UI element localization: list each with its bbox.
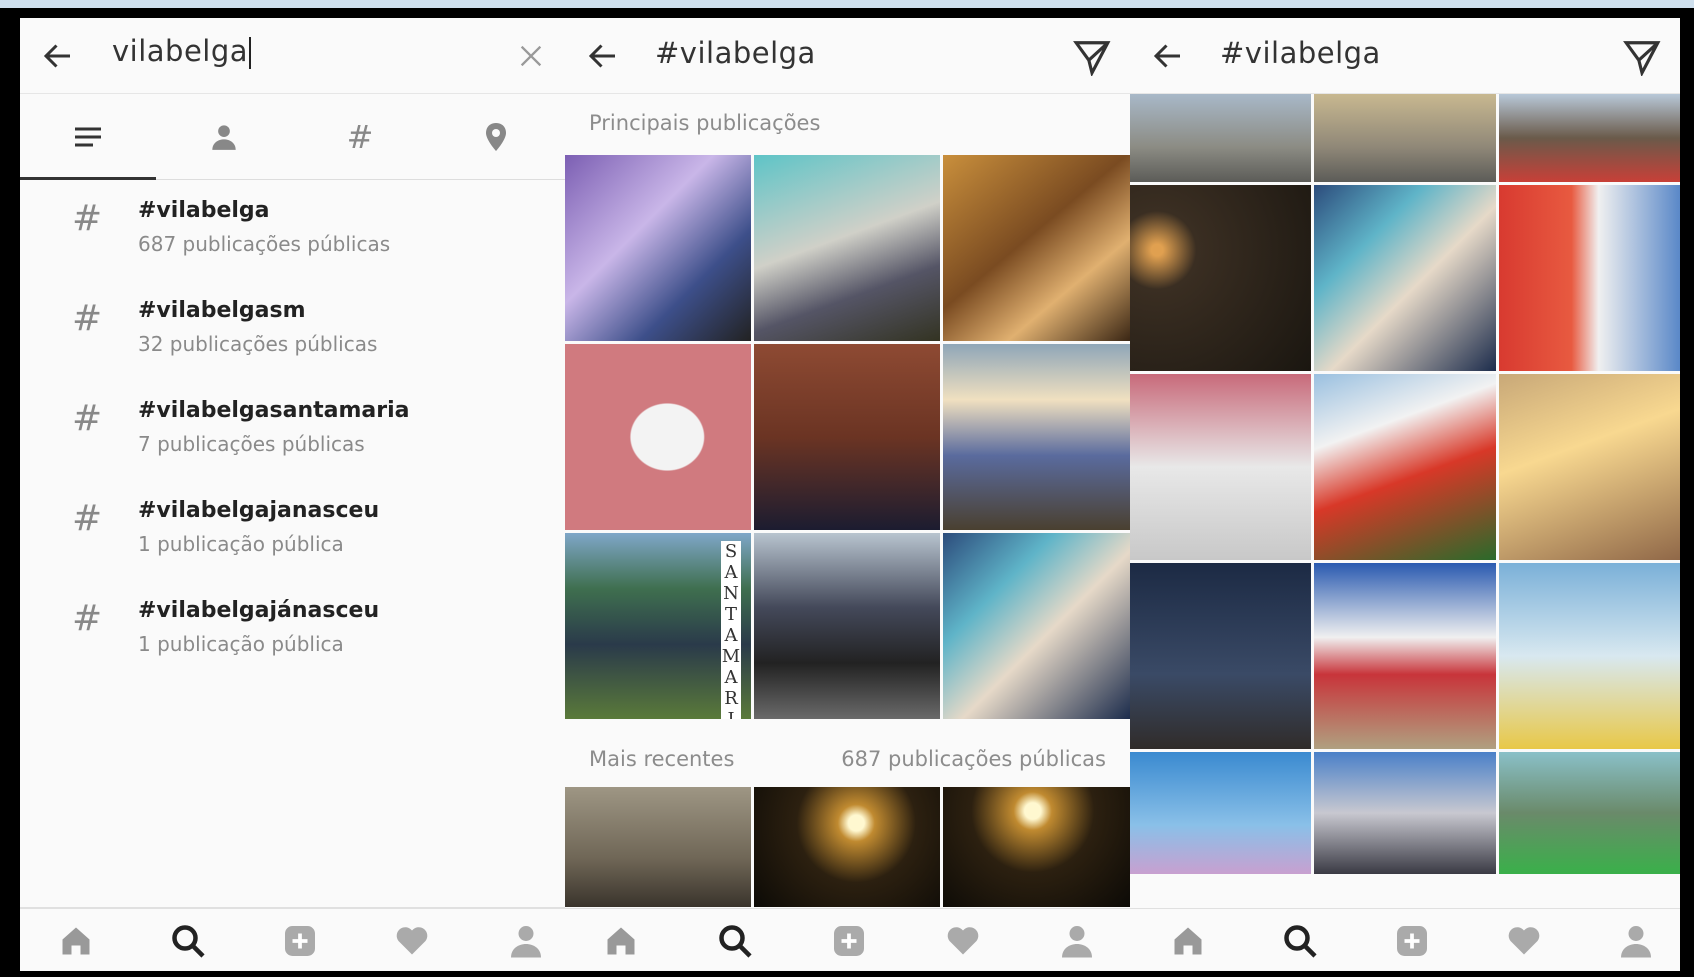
back-arrow-icon[interactable]	[585, 38, 621, 74]
bottom-nav-1	[20, 908, 565, 971]
tag-header: #vilabelga	[565, 18, 1130, 94]
result-item[interactable]: # #vilabelgajánasceu 1 publicação públic…	[20, 580, 565, 680]
result-tag: #vilabelga	[138, 198, 270, 223]
heart-icon[interactable]	[1504, 923, 1544, 959]
back-arrow-icon[interactable]	[1150, 38, 1186, 74]
tab-people[interactable]	[156, 94, 292, 179]
result-item[interactable]: # #vilabelgasm 32 publicações públicas	[20, 280, 565, 380]
grid-header: #vilabelga	[1130, 18, 1680, 94]
collage-caption: SANTA MARIA	[721, 541, 741, 719]
post-thumbnail[interactable]	[754, 533, 940, 719]
search-panel: vilabelga # # #vilabelga 687 publicações…	[20, 18, 565, 970]
post-thumbnail[interactable]	[1314, 563, 1496, 749]
post-thumbnail[interactable]	[1130, 185, 1311, 371]
result-count: 32 publicações públicas	[138, 332, 378, 356]
post-thumbnail[interactable]	[1130, 94, 1311, 182]
clear-icon[interactable]	[517, 42, 545, 70]
post-thumbnail[interactable]	[1314, 374, 1496, 560]
post-thumbnail[interactable]	[1499, 185, 1680, 371]
window-edge	[0, 0, 1694, 8]
post-thumbnail[interactable]	[565, 787, 751, 907]
send-icon[interactable]	[1622, 38, 1662, 76]
heart-icon[interactable]	[943, 923, 983, 959]
lines-icon	[75, 127, 101, 146]
post-thumbnail[interactable]	[943, 155, 1130, 341]
search-icon[interactable]	[168, 923, 208, 959]
post-thumbnail[interactable]: SANTA MARIA	[565, 533, 751, 719]
page-title: #vilabelga	[1220, 36, 1381, 70]
result-item[interactable]: # #vilabelga 687 publicações públicas	[20, 180, 565, 280]
post-thumbnail[interactable]	[565, 344, 751, 530]
post-thumbnail[interactable]	[1499, 563, 1680, 749]
text-caret	[249, 37, 252, 69]
post-thumbnail[interactable]	[1130, 752, 1311, 874]
hash-icon: #	[72, 298, 103, 339]
search-bar: vilabelga	[20, 18, 565, 94]
hash-icon: #	[72, 398, 103, 439]
result-count: 1 publicação pública	[138, 532, 344, 556]
result-tag: #vilabelgajánasceu	[138, 598, 380, 623]
hash-icon: #	[72, 498, 103, 539]
back-arrow-icon[interactable]	[40, 38, 76, 74]
hash-icon: #	[72, 198, 103, 239]
search-input[interactable]: vilabelga	[112, 34, 252, 69]
result-tag: #vilabelgajanasceu	[138, 498, 380, 523]
post-thumbnail[interactable]	[1499, 752, 1680, 874]
location-pin-icon	[486, 122, 506, 151]
result-item[interactable]: # #vilabelgajanasceu 1 publicação públic…	[20, 480, 565, 580]
page-title: #vilabelga	[655, 36, 816, 70]
add-icon[interactable]	[829, 923, 869, 959]
results-list: # #vilabelga 687 publicações públicas # …	[20, 180, 565, 680]
post-thumbnail[interactable]	[1314, 185, 1496, 371]
tab-places[interactable]	[428, 94, 564, 179]
post-thumbnail[interactable]	[943, 344, 1130, 530]
post-thumbnail[interactable]	[754, 344, 940, 530]
home-icon[interactable]	[56, 923, 96, 959]
post-thumbnail[interactable]	[943, 533, 1130, 719]
post-thumbnail[interactable]	[1314, 752, 1496, 874]
send-icon[interactable]	[1072, 38, 1112, 76]
result-count: 7 publicações públicas	[138, 432, 365, 456]
add-icon[interactable]	[1392, 923, 1432, 959]
hash-icon: #	[72, 598, 103, 639]
search-icon[interactable]	[715, 923, 755, 959]
post-thumbnail[interactable]	[1499, 374, 1680, 560]
home-icon[interactable]	[601, 923, 641, 959]
post-thumbnail[interactable]	[1130, 374, 1311, 560]
hash-icon: #	[346, 117, 374, 156]
top-posts-label: Principais publicações	[589, 111, 821, 135]
recent-header: Mais recentes 687 publicações públicas	[565, 730, 1130, 790]
profile-icon[interactable]	[1616, 923, 1656, 959]
heart-icon[interactable]	[392, 923, 432, 959]
grid-panel: #vilabelga	[1130, 18, 1680, 970]
post-thumbnail[interactable]	[1499, 94, 1680, 182]
post-thumbnail[interactable]	[754, 155, 940, 341]
tab-top[interactable]	[20, 94, 156, 180]
add-icon[interactable]	[280, 923, 320, 959]
result-count: 687 publicações públicas	[138, 232, 391, 256]
result-item[interactable]: # #vilabelgasantamaria 7 publicações púb…	[20, 380, 565, 480]
profile-icon[interactable]	[506, 923, 546, 959]
result-tag: #vilabelgasantamaria	[138, 398, 410, 423]
top-posts-header: Principais publicações	[565, 94, 1130, 154]
post-thumbnail[interactable]	[1130, 563, 1311, 749]
recent-label: Mais recentes	[589, 747, 735, 771]
profile-icon[interactable]	[1057, 923, 1097, 959]
bottom-nav-2	[565, 908, 1130, 971]
post-thumbnail[interactable]	[754, 787, 940, 907]
bottom-nav-3	[1130, 908, 1680, 971]
result-tag: #vilabelgasm	[138, 298, 306, 323]
tab-tags[interactable]: #	[292, 94, 428, 179]
post-thumbnail[interactable]	[943, 787, 1130, 907]
recent-count: 687 publicações públicas	[841, 747, 1106, 771]
tag-panel: #vilabelga Principais publicações SANTA …	[565, 18, 1130, 970]
search-icon[interactable]	[1280, 923, 1320, 959]
post-thumbnail[interactable]	[565, 155, 751, 341]
result-count: 1 publicação pública	[138, 632, 344, 656]
home-icon[interactable]	[1168, 923, 1208, 959]
search-tabs: #	[20, 94, 565, 180]
person-icon	[212, 124, 236, 150]
post-thumbnail[interactable]	[1314, 94, 1496, 182]
